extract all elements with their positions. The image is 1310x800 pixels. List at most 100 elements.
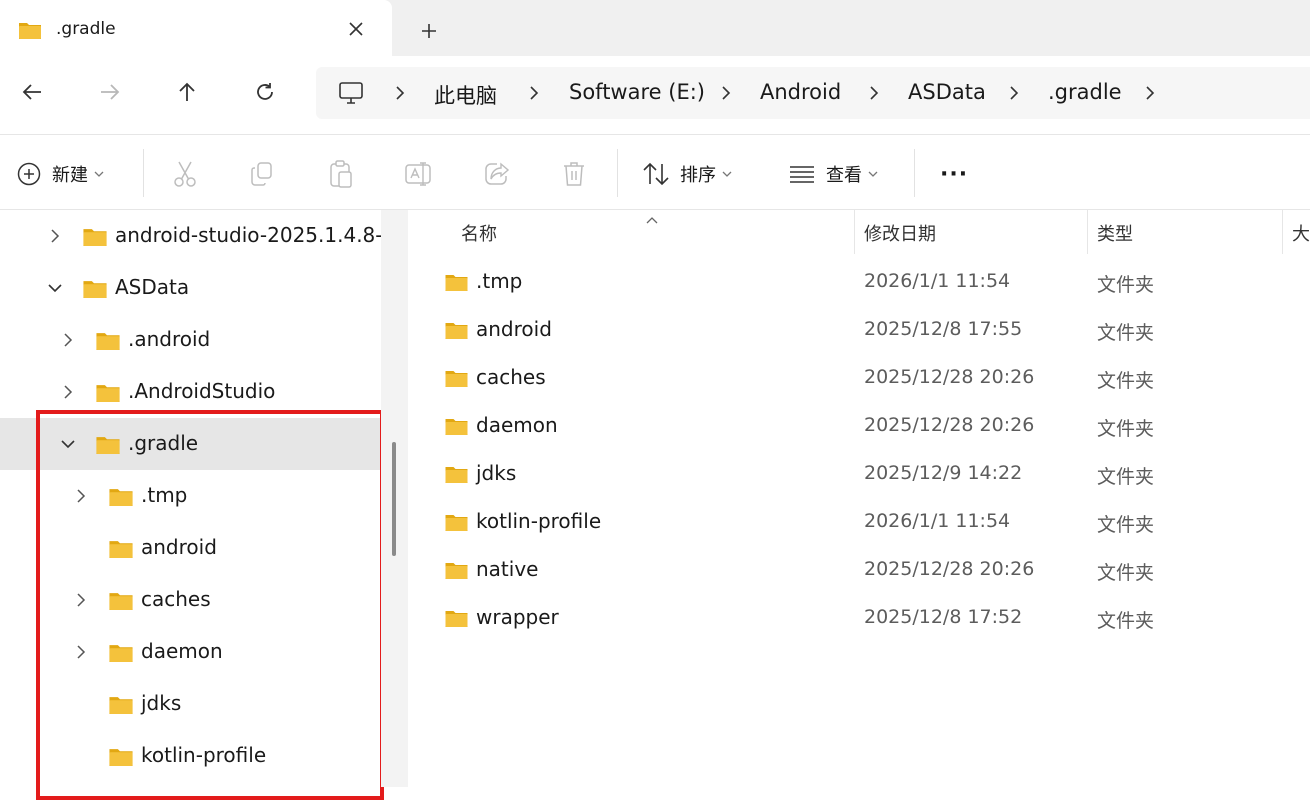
- folder-icon: [444, 272, 469, 296]
- tree-scrollbar-thumb[interactable]: [392, 442, 396, 556]
- chevron-right-icon[interactable]: [61, 384, 75, 400]
- breadcrumb-separator-icon[interactable]: [392, 83, 408, 103]
- navigation-tree: android-studio-2025.1.4.8-w ASData .androi…: [0, 210, 381, 787]
- file-modified: 2025/12/8 17:52: [864, 606, 1023, 628]
- address-bar[interactable]: 此电脑 Software (E:) Android ASData .gradle: [316, 67, 1310, 119]
- tree-item[interactable]: .gradle: [0, 418, 381, 470]
- file-name: .tmp: [476, 269, 523, 293]
- folder-icon: [82, 278, 108, 303]
- folder-icon: [444, 464, 469, 488]
- chevron-right-icon[interactable]: [61, 332, 75, 348]
- sort-arrows-icon: [643, 162, 669, 186]
- breadcrumb-separator-icon[interactable]: [1006, 83, 1022, 103]
- tree-item[interactable]: .tmp: [0, 470, 381, 522]
- file-row[interactable]: native 2025/12/28 20:26 文件夹: [408, 547, 1310, 595]
- file-modified: 2026/1/1 11:54: [864, 270, 1011, 292]
- copy-icon: [251, 162, 272, 186]
- tree-item[interactable]: ASData: [0, 262, 381, 314]
- breadcrumb-android[interactable]: Android: [760, 80, 841, 104]
- tree-item[interactable]: android-studio-2025.1.4.8-w: [0, 210, 381, 262]
- scissors-icon: [174, 161, 196, 187]
- file-row[interactable]: jdks 2025/12/9 14:22 文件夹: [408, 451, 1310, 499]
- file-type: 文件夹: [1097, 466, 1155, 488]
- breadcrumb-asdata[interactable]: ASData: [908, 80, 986, 104]
- chevron-right-icon[interactable]: [74, 644, 88, 660]
- chevron-down-icon: [94, 171, 104, 177]
- delete-button[interactable]: [562, 159, 586, 189]
- tree-item-label: .android: [128, 327, 211, 351]
- folder-icon: [444, 608, 469, 632]
- chevron-right-icon[interactable]: [48, 228, 62, 244]
- tree-item-label: .gradle: [128, 431, 199, 455]
- file-modified: 2025/12/28 20:26: [864, 414, 1035, 436]
- breadcrumb-separator-icon[interactable]: [1142, 83, 1158, 103]
- folder-icon: [444, 416, 469, 440]
- column-divider[interactable]: [854, 210, 855, 254]
- tab-gradle[interactable]: .gradle: [0, 0, 392, 60]
- tree-item[interactable]: caches: [0, 574, 381, 626]
- tree-item-label: jdks: [141, 691, 182, 715]
- paste-button[interactable]: [328, 159, 354, 189]
- trash-icon: [564, 162, 584, 186]
- file-name: native: [476, 557, 539, 581]
- folder-icon: [95, 382, 121, 407]
- chevron-right-icon[interactable]: [74, 488, 88, 504]
- breadcrumb-separator-icon[interactable]: [866, 83, 882, 103]
- file-row[interactable]: kotlin-profile 2026/1/1 11:54 文件夹: [408, 499, 1310, 547]
- tree-item[interactable]: .android: [0, 314, 381, 366]
- cut-button[interactable]: [172, 159, 198, 189]
- chevron-right-icon[interactable]: [74, 592, 88, 608]
- breadcrumb-separator-icon[interactable]: [718, 83, 734, 103]
- file-row[interactable]: android 2025/12/8 17:55 文件夹: [408, 307, 1310, 355]
- folder-icon: [18, 20, 42, 44]
- chevron-down-icon: [868, 171, 878, 177]
- view-button[interactable]: 查看: [788, 159, 878, 189]
- sort-button[interactable]: 排序: [642, 159, 732, 189]
- chevron-down-icon[interactable]: [48, 280, 62, 296]
- close-tab-icon[interactable]: [343, 16, 369, 42]
- tree-item-label: ASData: [115, 275, 190, 299]
- refresh-button[interactable]: [247, 74, 283, 110]
- new-button[interactable]: 新建: [16, 159, 104, 189]
- file-name: caches: [476, 365, 546, 389]
- breadcrumb-this-pc[interactable]: 此电脑: [434, 80, 497, 110]
- tree-item[interactable]: android: [0, 522, 381, 574]
- share-button[interactable]: [483, 159, 511, 189]
- toolbar-divider: [617, 149, 618, 197]
- breadcrumb-drive[interactable]: Software (E:): [569, 80, 705, 104]
- file-name: kotlin-profile: [476, 509, 602, 533]
- file-modified: 2025/12/8 17:55: [864, 318, 1023, 340]
- forward-button[interactable]: [92, 74, 128, 110]
- file-row[interactable]: caches 2025/12/28 20:26 文件夹: [408, 355, 1310, 403]
- tree-item[interactable]: .AndroidStudio: [0, 366, 381, 418]
- copy-button[interactable]: [249, 159, 275, 189]
- column-header-name[interactable]: 名称: [461, 220, 497, 246]
- column-divider[interactable]: [1282, 210, 1283, 254]
- folder-icon: [444, 368, 469, 392]
- breadcrumb-gradle[interactable]: .gradle: [1048, 80, 1122, 104]
- tab-title: .gradle: [56, 19, 116, 39]
- file-name: android: [476, 317, 552, 341]
- more-options-button[interactable]: ···: [940, 159, 968, 189]
- column-divider[interactable]: [1087, 210, 1088, 254]
- rename-button[interactable]: [404, 159, 434, 189]
- file-row[interactable]: wrapper 2025/12/8 17:52 文件夹: [408, 595, 1310, 643]
- file-row[interactable]: daemon 2025/12/28 20:26 文件夹: [408, 403, 1310, 451]
- column-header-type[interactable]: 类型: [1097, 220, 1133, 246]
- back-button[interactable]: [14, 74, 50, 110]
- breadcrumb-separator-icon[interactable]: [526, 83, 542, 103]
- new-tab-button[interactable]: [414, 16, 444, 46]
- column-header-size[interactable]: 大: [1292, 220, 1310, 246]
- column-header-modified[interactable]: 修改日期: [864, 220, 936, 246]
- sort-button-label: 排序: [680, 165, 716, 186]
- folder-icon: [108, 486, 134, 511]
- file-type: 文件夹: [1097, 610, 1155, 632]
- tree-item[interactable]: jdks: [0, 678, 381, 730]
- folder-icon: [108, 590, 134, 615]
- chevron-down-icon[interactable]: [61, 436, 75, 452]
- file-row[interactable]: .tmp 2026/1/1 11:54 文件夹: [408, 259, 1310, 307]
- up-button[interactable]: [169, 74, 205, 110]
- file-type: 文件夹: [1097, 418, 1155, 440]
- tree-item[interactable]: kotlin-profile: [0, 730, 381, 782]
- tree-item[interactable]: daemon: [0, 626, 381, 678]
